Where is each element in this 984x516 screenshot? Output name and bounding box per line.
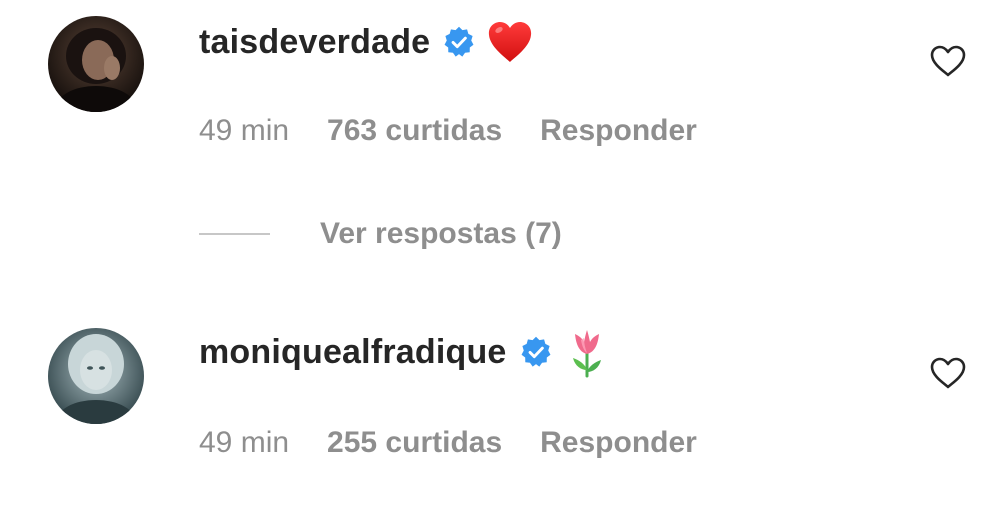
view-replies-label: Ver respostas (7): [320, 217, 562, 250]
verified-badge-icon: [442, 25, 476, 59]
like-heart-icon[interactable]: [929, 44, 967, 78]
username[interactable]: taisdeverdade: [199, 23, 430, 62]
avatar[interactable]: [48, 16, 144, 112]
comment-time: 49 min: [199, 426, 290, 459]
avatar-image: [48, 16, 144, 112]
username-line: taisdeverdade: [199, 16, 536, 68]
avatar[interactable]: [48, 328, 144, 424]
comment-meta: 49 min 255 curtidas Responder: [199, 423, 735, 463]
tulip-emoji-icon: [561, 326, 613, 378]
comment: moniquealfradique: [0, 320, 984, 500]
likes-count[interactable]: 255 curtidas: [327, 426, 502, 460]
view-replies-button[interactable]: Ver respostas (7): [199, 214, 562, 254]
avatar-image: [48, 328, 144, 424]
like-heart-icon[interactable]: [929, 356, 967, 390]
username[interactable]: moniquealfradique: [199, 333, 507, 372]
comment-time: 49 min: [199, 114, 290, 147]
comment: taisdeverdade 49 min 763 curtidas Respon…: [0, 0, 984, 180]
view-replies-divider: [199, 233, 270, 235]
comment-meta: 49 min 763 curtidas Responder: [199, 111, 735, 151]
verified-badge-icon: [519, 335, 553, 369]
likes-count[interactable]: 763 curtidas: [327, 114, 502, 148]
reply-button[interactable]: Responder: [540, 426, 697, 460]
red-heart-emoji-icon: [484, 16, 536, 68]
username-line: moniquealfradique: [199, 326, 613, 378]
reply-button[interactable]: Responder: [540, 114, 697, 148]
